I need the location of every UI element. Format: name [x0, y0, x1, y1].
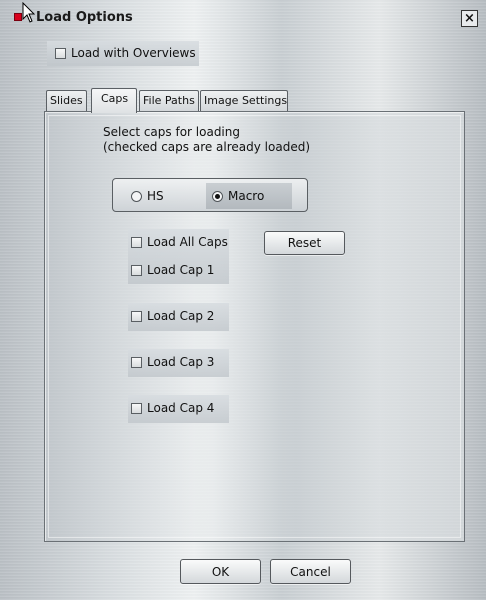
- tab-file-paths[interactable]: File Paths: [139, 90, 199, 111]
- radio-hs[interactable]: HS: [125, 183, 197, 209]
- load-cap-4-label: Load Cap 4: [147, 401, 215, 415]
- close-icon: ×: [464, 11, 475, 26]
- load-cap-1-label: Load Cap 1: [147, 263, 215, 277]
- tab-caps[interactable]: Caps: [91, 88, 137, 113]
- load-cap-2-label: Load Cap 2: [147, 309, 215, 323]
- caps-description-line2: (checked caps are already loaded): [103, 140, 311, 154]
- tab-image-settings-label: Image Settings: [204, 94, 288, 107]
- ok-button[interactable]: OK: [180, 559, 261, 584]
- radio-macro[interactable]: Macro: [206, 183, 292, 209]
- mouse-cursor-icon: [22, 2, 36, 23]
- radio-macro-label: Macro: [228, 189, 265, 203]
- tab-caps-label: Caps: [101, 92, 129, 105]
- checkbox-box[interactable]: [131, 264, 142, 276]
- title-bar: Load Options ×: [0, 0, 486, 34]
- radio-macro-circle-icon[interactable]: [212, 190, 223, 202]
- caps-description: Select caps for loading (checked caps ar…: [103, 125, 310, 155]
- checkbox-box[interactable]: [131, 402, 142, 414]
- tab-image-settings[interactable]: Image Settings: [200, 90, 288, 111]
- checkbox-box[interactable]: [131, 310, 142, 322]
- radio-hs-circle-icon[interactable]: [131, 190, 142, 202]
- radio-hs-label: HS: [147, 189, 164, 203]
- load-cap-4-checkbox[interactable]: Load Cap 4: [131, 401, 214, 415]
- checkbox-box[interactable]: [131, 236, 142, 248]
- tab-file-paths-label: File Paths: [143, 94, 195, 107]
- load-cap-3-label: Load Cap 3: [147, 355, 215, 369]
- close-button[interactable]: ×: [461, 10, 478, 27]
- load-all-caps-label: Load All Caps: [147, 235, 228, 249]
- caps-panel: [44, 111, 465, 542]
- cancel-button[interactable]: Cancel: [270, 559, 351, 584]
- load-cap-3-checkbox[interactable]: Load Cap 3: [131, 355, 214, 369]
- load-cap-2-checkbox[interactable]: Load Cap 2: [131, 309, 214, 323]
- load-all-caps-checkbox[interactable]: Load All Caps: [131, 235, 228, 249]
- app-icon: [14, 13, 22, 21]
- checkbox-box[interactable]: [55, 47, 66, 59]
- caps-description-line1: Select caps for loading: [103, 125, 240, 139]
- mode-radio-group: HS Macro: [112, 178, 308, 212]
- reset-button[interactable]: Reset: [264, 231, 345, 255]
- tab-slides-label: Slides: [50, 94, 83, 107]
- tab-slides[interactable]: Slides: [46, 90, 87, 111]
- load-with-overviews-checkbox[interactable]: Load with Overviews: [55, 46, 196, 60]
- checkbox-box[interactable]: [131, 356, 142, 368]
- load-cap-1-checkbox[interactable]: Load Cap 1: [131, 263, 214, 277]
- window-title: Load Options: [36, 10, 133, 25]
- load-with-overviews-label: Load with Overviews: [71, 46, 196, 60]
